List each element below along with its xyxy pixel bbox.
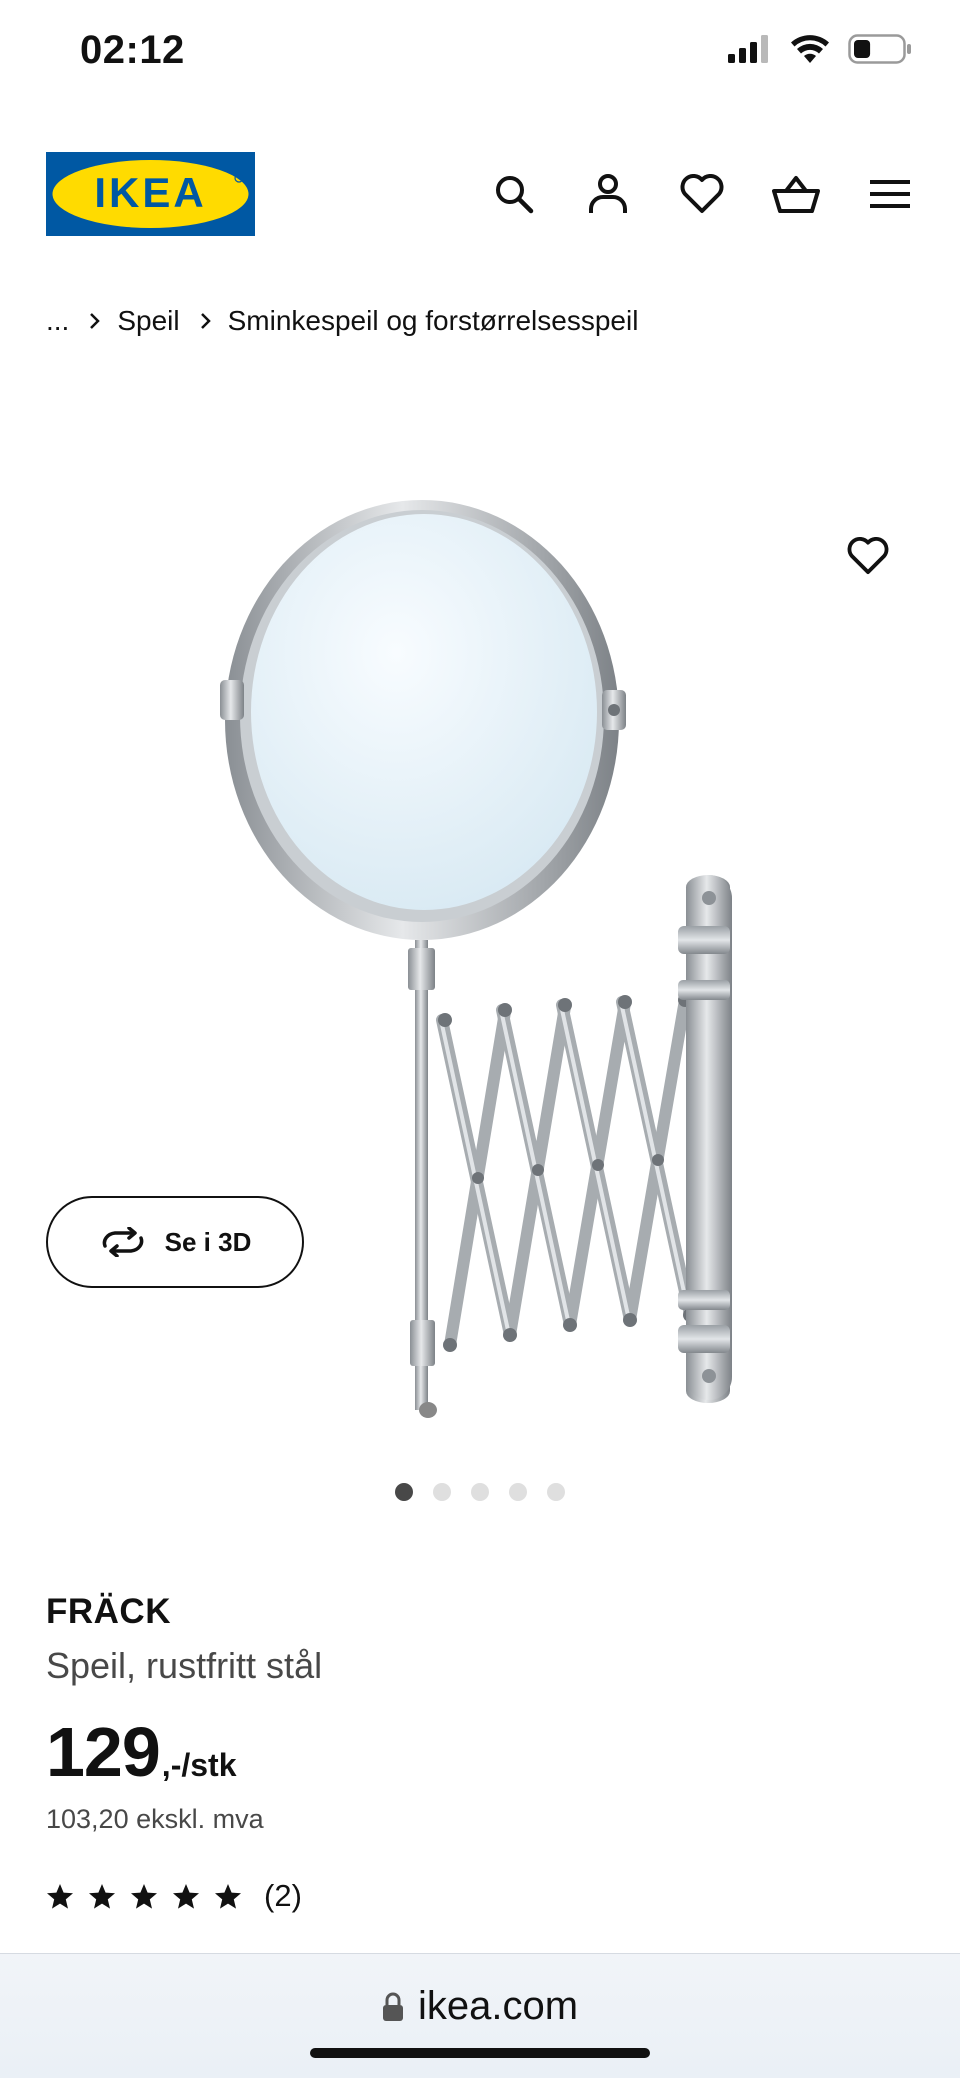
- logo-text: IKEA: [94, 169, 206, 216]
- review-count: (2): [264, 1878, 302, 1913]
- heart-icon: [847, 537, 889, 575]
- product-description: Speil, rustfritt stål: [46, 1645, 323, 1686]
- breadcrumb: ... Speil Sminkespeil og forstørrelsessp…: [46, 305, 638, 337]
- home-indicator: [310, 2048, 650, 2058]
- star-icon: [47, 1883, 73, 1909]
- view-3d-label: Se i 3D: [164, 1226, 252, 1257]
- price-suffix: ,-/stk: [161, 1747, 237, 1783]
- star-icon: [131, 1883, 157, 1909]
- breadcrumb-speil[interactable]: Speil: [117, 305, 179, 337]
- chevron-right-icon: [200, 312, 212, 330]
- carousel-dot[interactable]: [509, 1483, 527, 1501]
- status-time: 02:12: [80, 28, 185, 72]
- chevron-right-icon: [89, 312, 101, 330]
- add-to-wishlist-button[interactable]: [842, 530, 894, 582]
- breadcrumb-ellipsis[interactable]: ...: [46, 305, 69, 337]
- star-icon: [215, 1883, 241, 1909]
- wishlist-button[interactable]: [678, 170, 726, 218]
- lock-icon: [382, 1992, 403, 2021]
- menu-icon: [870, 180, 910, 208]
- carousel-dots: [0, 1483, 960, 1501]
- rating-stars: [46, 1883, 242, 1910]
- star-icon: [173, 1883, 199, 1909]
- rotate-3d-icon: [102, 1227, 143, 1257]
- browser-bar: ikea.com: [0, 1953, 960, 2078]
- ikea-logo[interactable]: IKEA: [46, 152, 255, 236]
- product-image[interactable]: [0, 440, 960, 1440]
- view-3d-button[interactable]: Se i 3D: [46, 1196, 304, 1288]
- heart-icon: [680, 174, 724, 213]
- menu-button[interactable]: [866, 170, 914, 218]
- carousel-dot[interactable]: [547, 1483, 565, 1501]
- cart-button[interactable]: [772, 170, 820, 218]
- address-bar[interactable]: ikea.com: [0, 1984, 960, 2029]
- carousel-dot[interactable]: [471, 1483, 489, 1501]
- ikea-logo-mark: IKEA: [52, 160, 249, 228]
- price-integer: 129: [46, 1713, 161, 1791]
- search-icon: [496, 176, 534, 214]
- account-icon: [589, 174, 627, 213]
- account-button[interactable]: [584, 170, 632, 218]
- mirror-image: [220, 500, 732, 1418]
- product-price: 129 ,-/stk: [46, 1712, 236, 1792]
- status-bar: 02:12: [0, 0, 960, 110]
- breadcrumb-current[interactable]: Sminkespeil og forstørrelsesspeil: [228, 305, 639, 337]
- search-button[interactable]: [490, 170, 538, 218]
- star-icon: [89, 1883, 115, 1909]
- basket-icon: [772, 176, 820, 213]
- header-actions: [490, 170, 914, 218]
- price-excl-vat: 103,20 ekskl. mva: [46, 1804, 264, 1834]
- status-icons: [728, 34, 912, 64]
- site-header: IKEA: [46, 152, 914, 238]
- carousel-dot[interactable]: [395, 1483, 413, 1501]
- wifi-icon: [791, 35, 829, 63]
- product-rating[interactable]: (2): [46, 1878, 302, 1914]
- cellular-signal-icon: [728, 35, 768, 63]
- url-text: ikea.com: [417, 1984, 579, 2028]
- product-name: FRÄCK: [46, 1592, 171, 1631]
- battery-icon: [848, 34, 911, 64]
- carousel-dot[interactable]: [433, 1483, 451, 1501]
